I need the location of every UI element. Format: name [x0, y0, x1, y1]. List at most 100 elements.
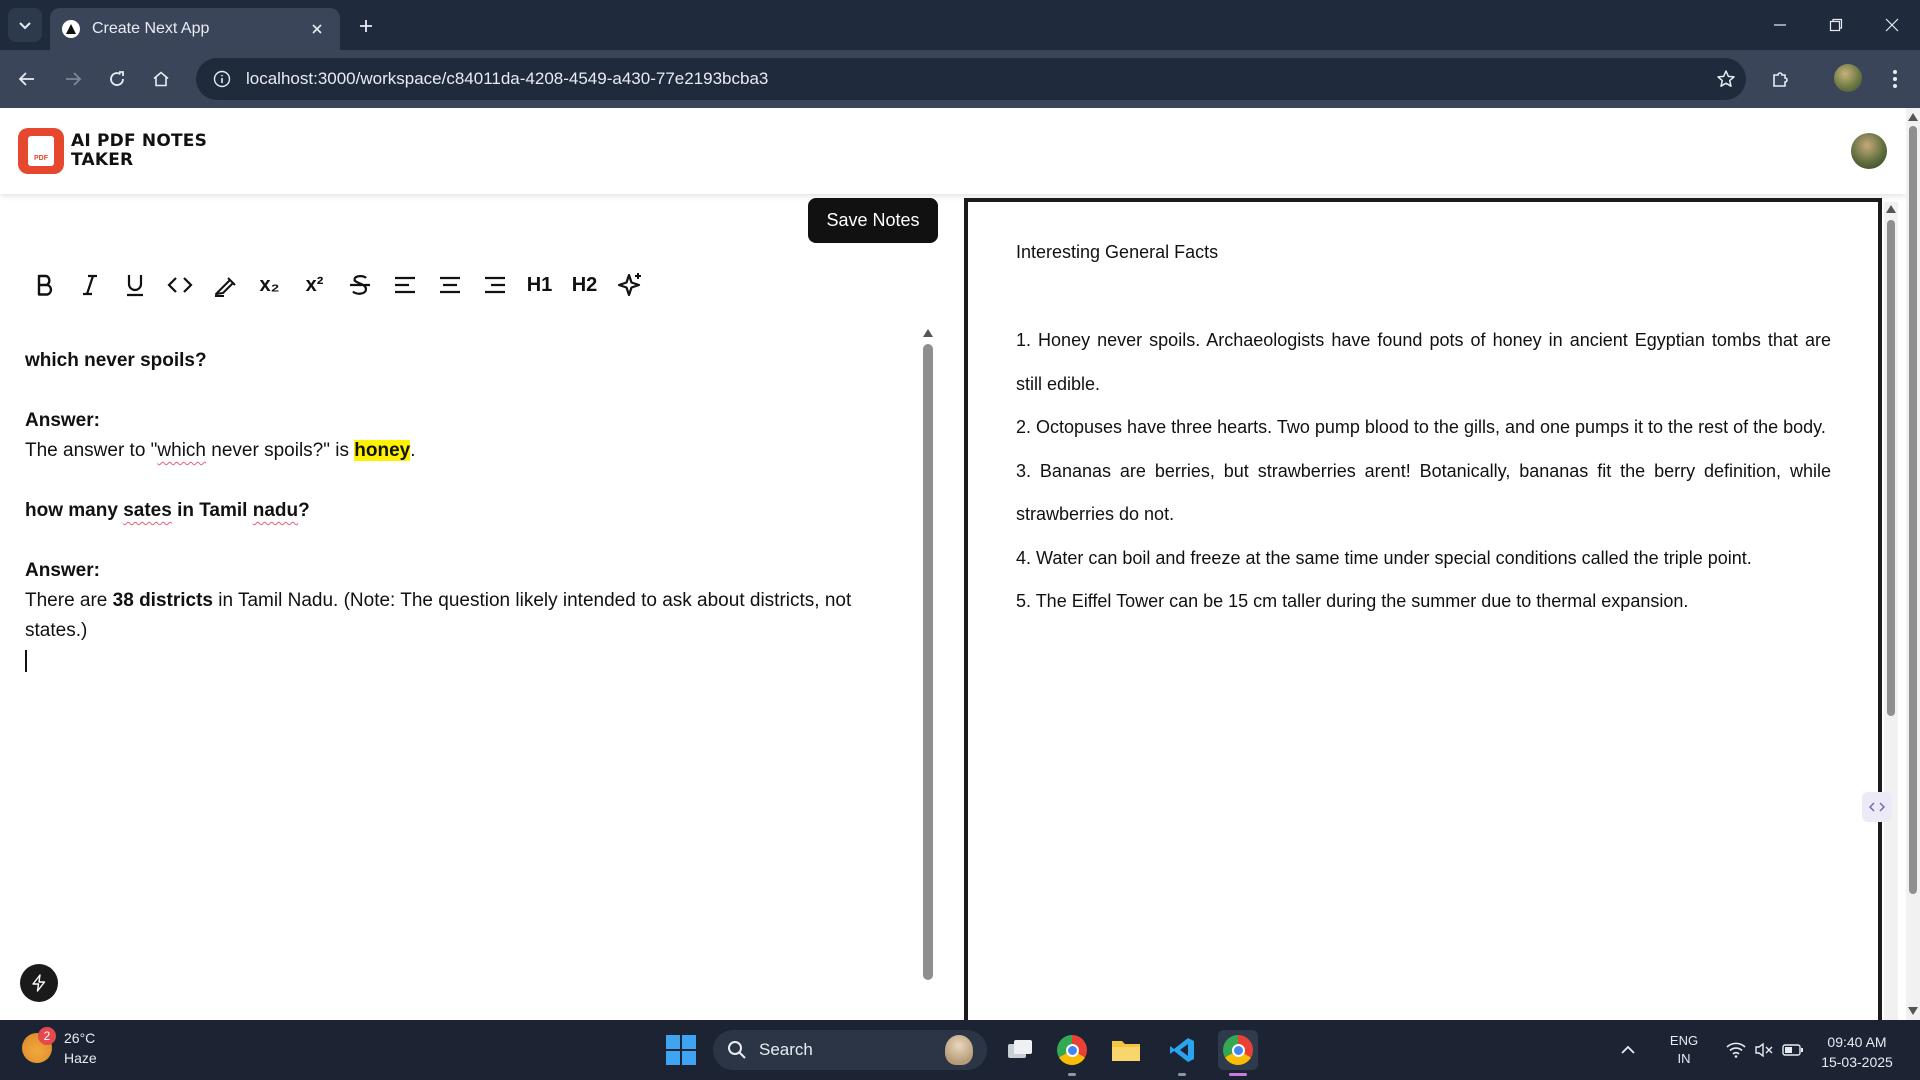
answer-1-prefix: The answer to " [25, 440, 158, 461]
highlighted-answer: honey [354, 440, 411, 461]
pdf-fact-item: 2. Octopuses have three hearts. Two pump… [1016, 417, 1826, 437]
page-scrollbar[interactable] [1906, 108, 1920, 1020]
answer-1-suffix: . [410, 440, 416, 461]
taskbar-search[interactable]: Search [713, 1030, 987, 1070]
heading1-button[interactable]: H1 [517, 265, 562, 305]
pdf-viewer[interactable]: Interesting General Facts 1. Honey never… [964, 198, 1882, 1020]
pdf-fact-item: 1. Honey never spoils. Archaeologists ha… [1016, 330, 1831, 394]
battery-icon[interactable] [1782, 1043, 1804, 1057]
weather-desc: Haze [64, 1050, 97, 1066]
heading2-button[interactable]: H2 [562, 265, 607, 305]
highlight-button[interactable] [202, 265, 247, 305]
weather-widget[interactable]: 2 26°C Haze [22, 1027, 97, 1068]
tab-search-button[interactable] [8, 8, 42, 42]
underline-icon [126, 275, 143, 297]
code-button[interactable] [157, 265, 202, 305]
tab-close-icon[interactable] [306, 18, 328, 40]
address-bar[interactable]: localhost:3000/workspace/c84011da-4208-4… [196, 58, 1746, 100]
answer-label-1: Answer: [25, 410, 100, 431]
pdf-page: Interesting General Facts 1. Honey never… [1016, 242, 1831, 624]
strikethrough-button[interactable] [337, 265, 382, 305]
browser-tab[interactable]: Create Next App [50, 8, 340, 50]
editor-scroll-thumb[interactable] [923, 344, 933, 980]
chevron-up-icon[interactable] [1620, 1045, 1636, 1055]
heading1-icon: H1 [526, 273, 553, 296]
home-icon[interactable] [144, 62, 178, 96]
scroll-up-arrow-icon[interactable] [1886, 204, 1896, 214]
sparkles-icon [617, 273, 641, 297]
align-center-button[interactable] [427, 265, 472, 305]
windows-start-icon[interactable] [666, 1035, 696, 1065]
bookmark-star-icon[interactable] [1706, 62, 1746, 96]
pdf-logo-icon: PDF [18, 128, 64, 174]
vscode-icon[interactable] [1162, 1030, 1202, 1076]
reload-icon[interactable] [100, 62, 134, 96]
wifi-icon[interactable] [1726, 1042, 1746, 1058]
question-2-middle: in Tamil [171, 500, 253, 521]
forward-arrow-icon[interactable] [56, 62, 90, 96]
back-arrow-icon[interactable] [10, 62, 44, 96]
align-right-button[interactable] [472, 265, 517, 305]
scroll-down-arrow-icon[interactable] [1908, 1006, 1918, 1016]
answer-1: The answer to "which never spoils?" is h… [25, 436, 905, 466]
clock-date: 15-03-2025 [1821, 1054, 1893, 1070]
spellcheck-word: sates [123, 500, 172, 521]
chevron-down-icon [19, 22, 31, 30]
chrome-taskbar-icon[interactable] [1052, 1030, 1092, 1076]
chrome-active-taskbar-icon[interactable] [1218, 1030, 1258, 1076]
question-2: how many sates in Tamil nadu? [25, 496, 905, 526]
lang-line-2: IN [1677, 1051, 1691, 1066]
minimize-icon[interactable] [1752, 0, 1808, 50]
scroll-up-arrow-icon[interactable] [1908, 112, 1918, 122]
save-notes-button[interactable]: Save Notes [808, 198, 938, 243]
file-explorer-icon[interactable] [1106, 1030, 1146, 1070]
nextjs-devtools-bolt-icon[interactable] [20, 964, 58, 1002]
align-right-icon [484, 276, 505, 294]
kebab-menu-icon[interactable] [1878, 62, 1912, 96]
windows-taskbar: 2 26°C Haze Search ENG IN 09:40 AM 15-03… [0, 1020, 1920, 1080]
collapse-sidebar-icon[interactable] [1862, 792, 1892, 822]
user-avatar[interactable] [1851, 133, 1887, 169]
app-logo-text[interactable]: AI PDF NOTES TAKER [71, 132, 211, 170]
answer-2-bold: 38 districts [112, 590, 213, 611]
strikethrough-icon [349, 275, 370, 295]
question-2-suffix: ? [298, 500, 310, 521]
url-text: localhost:3000/workspace/c84011da-4208-4… [246, 69, 769, 88]
ai-sparkle-button[interactable] [607, 265, 652, 305]
clock-time: 09:40 AM [1827, 1034, 1887, 1050]
underline-button[interactable] [112, 265, 157, 305]
volume-muted-icon[interactable] [1754, 1042, 1774, 1058]
task-view-icon[interactable] [1000, 1030, 1040, 1070]
logo-line-2: TAKER [71, 150, 134, 170]
weather-temp: 26°C [64, 1030, 96, 1046]
pdf-scrollbar[interactable] [1884, 202, 1898, 1020]
page-scroll-thumb[interactable] [1909, 126, 1917, 894]
answer-2-prefix: There are [25, 590, 113, 611]
notes-editor[interactable]: which never spoils? Answer: The answer t… [25, 346, 905, 676]
browser-profile-avatar[interactable] [1834, 64, 1862, 92]
search-label: Search [759, 1040, 813, 1059]
window-controls [1752, 0, 1920, 50]
superscript-button[interactable]: x² [292, 265, 337, 305]
editor-scrollbar[interactable] [920, 326, 936, 1006]
new-tab-plus-icon[interactable] [352, 12, 380, 40]
align-left-button[interactable] [382, 265, 427, 305]
pdf-scroll-thumb[interactable] [1887, 220, 1895, 716]
scroll-up-arrow-icon[interactable] [923, 328, 933, 338]
pdf-fact-item: 3. Bananas are berries, but strawberries… [1016, 460, 1831, 525]
restore-icon[interactable] [1808, 0, 1864, 50]
site-info-icon[interactable] [208, 65, 236, 93]
close-window-icon[interactable] [1864, 0, 1920, 50]
clock[interactable]: 09:40 AM 15-03-2025 [1812, 1032, 1902, 1072]
pdf-fact-list: 1. Honey never spoils. Archaeologists ha… [1016, 319, 1831, 624]
logo-line-1: AI PDF NOTES [71, 131, 208, 151]
extensions-puzzle-icon[interactable] [1764, 62, 1798, 96]
language-indicator[interactable]: ENG IN [1664, 1032, 1704, 1068]
italic-button[interactable] [67, 265, 112, 305]
bold-button[interactable] [22, 265, 67, 305]
text-caret [25, 649, 27, 672]
bold-icon [37, 274, 52, 296]
subscript-button[interactable]: x₂ [247, 265, 292, 305]
question-1: which never spoils? [25, 350, 207, 371]
